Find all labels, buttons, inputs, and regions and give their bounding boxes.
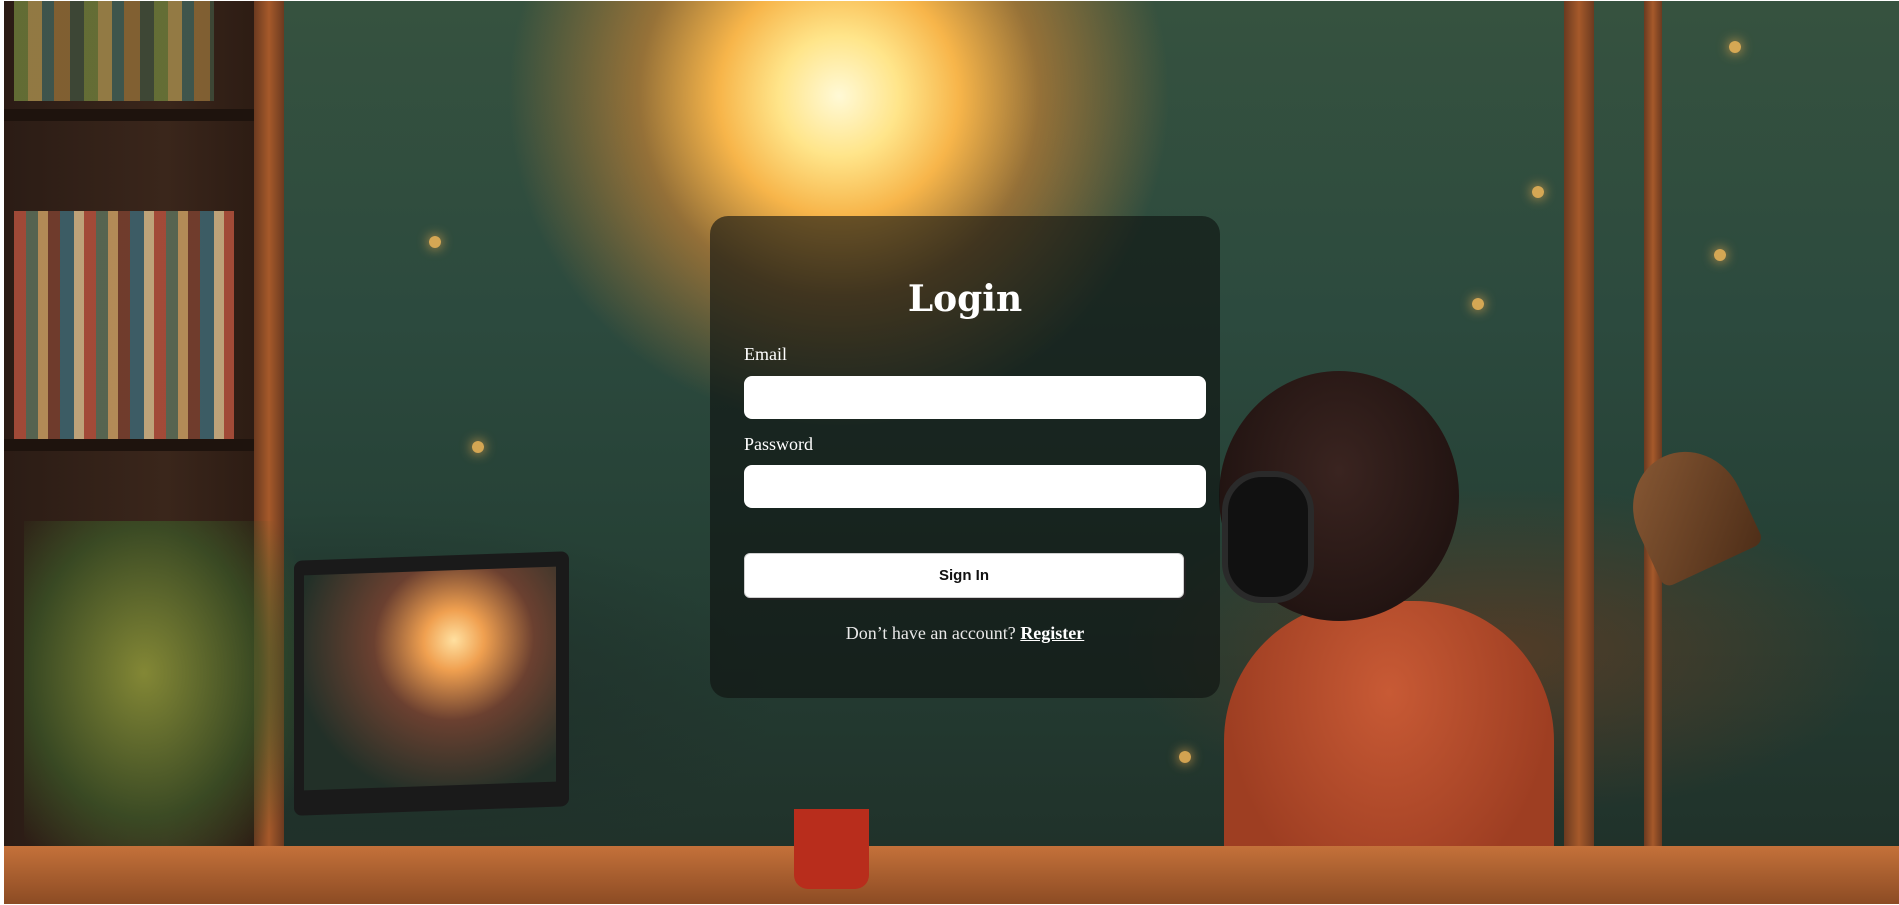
window-frame-right <box>1564 1 1594 904</box>
books-top-shelf <box>14 1 214 101</box>
firefly-light <box>1472 298 1484 310</box>
firefly-light <box>429 236 441 248</box>
headphones <box>1222 471 1314 603</box>
register-prompt-text: Don’t have an account? <box>845 623 1016 643</box>
firefly-light <box>472 441 484 453</box>
firefly-light <box>1179 751 1191 763</box>
houseplant <box>24 521 324 901</box>
desk-lamp <box>1613 433 1765 589</box>
books-middle-shelf <box>14 211 234 441</box>
login-card: Login Email Password Sign In Don’t have … <box>710 216 1220 698</box>
register-link[interactable]: Register <box>1020 623 1084 643</box>
email-label: Email <box>744 344 787 364</box>
sign-in-button[interactable]: Sign In <box>744 553 1184 598</box>
firefly-light <box>1532 186 1544 198</box>
monitor-screen <box>304 566 556 791</box>
password-field[interactable] <box>744 465 1206 508</box>
email-field[interactable] <box>744 376 1206 419</box>
desk <box>4 846 1899 904</box>
password-label: Password <box>744 434 814 454</box>
shelf-plank <box>4 109 254 121</box>
coffee-mug <box>794 809 869 889</box>
firefly-light <box>1729 41 1741 53</box>
window-frame-divider <box>1644 1 1662 904</box>
login-title: Login <box>907 278 1023 320</box>
firefly-light <box>1714 249 1726 261</box>
shelf-plank <box>4 439 254 451</box>
register-prompt-line: Don’t have an account? Register <box>710 623 1220 644</box>
